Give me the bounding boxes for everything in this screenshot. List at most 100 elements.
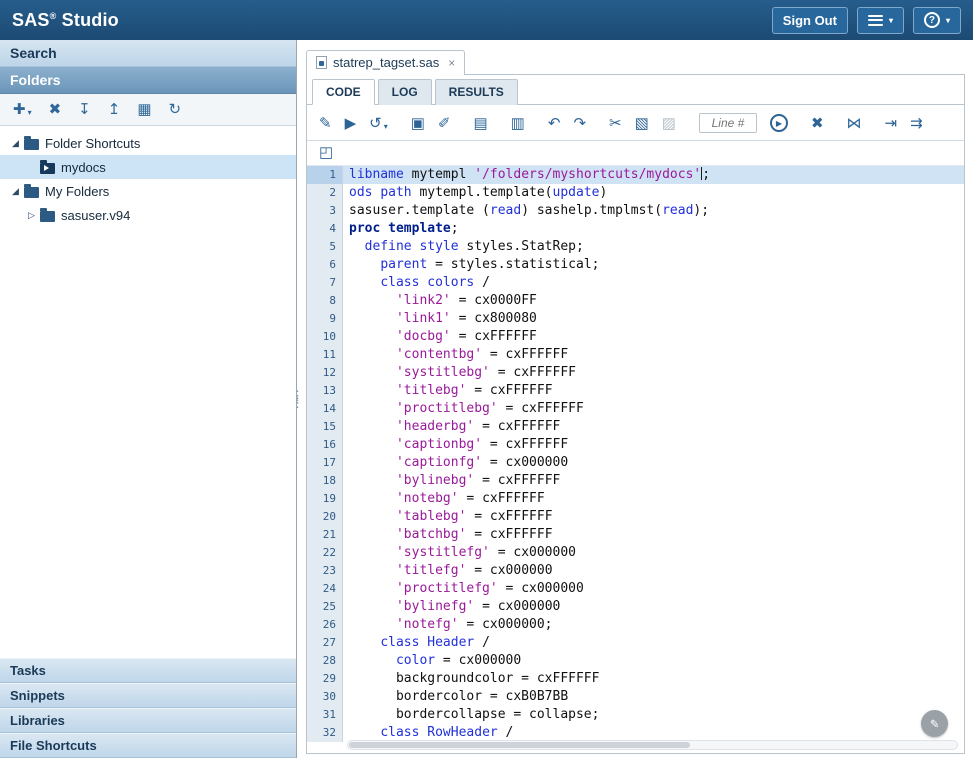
close-tab-icon[interactable]: × — [448, 56, 455, 70]
code-editor[interactable]: 1libname mytempl '/folders/myshortcuts/m… — [307, 166, 964, 753]
code-line[interactable]: 26 'notefg' = cx000000; — [307, 616, 964, 634]
sas-program-icon — [316, 56, 327, 69]
sidebar-section-libraries[interactable]: Libraries — [0, 708, 296, 733]
splitter-handle[interactable]: ⋮⋮ — [291, 392, 297, 406]
submission-history-icon[interactable]: ↺ — [369, 116, 382, 131]
code-text: bordercolor = cxB0B7BB — [343, 688, 964, 706]
editor-toolbar-row2: ◰ — [307, 141, 964, 166]
goto-line-input[interactable] — [699, 113, 757, 133]
code-text: 'bylinebg' = cxFFFFFF — [343, 472, 964, 490]
code-line[interactable]: 27 class Header / — [307, 634, 964, 652]
redo-icon[interactable]: ↷ — [573, 116, 586, 131]
upload-icon[interactable]: ↥ — [108, 102, 121, 117]
tab-results[interactable]: RESULTS — [435, 79, 518, 105]
tab-code[interactable]: CODE — [312, 79, 375, 105]
code-line[interactable]: 4proc template; — [307, 220, 964, 238]
code-line[interactable]: 18 'bylinebg' = cxFFFFFF — [307, 472, 964, 490]
code-line[interactable]: 7 class colors / — [307, 274, 964, 292]
sidebar-section-snippets[interactable]: Snippets — [0, 683, 296, 708]
code-line[interactable]: 2ods path mytempl.template(update) — [307, 184, 964, 202]
sidebar-section-folders[interactable]: Folders — [0, 67, 296, 94]
code-line[interactable]: 30 bordercolor = cxB0B7BB — [307, 688, 964, 706]
save-as-icon[interactable]: ✐ — [438, 116, 451, 131]
code-line[interactable]: 9 'link1' = cx800080 — [307, 310, 964, 328]
line-number: 8 — [307, 292, 343, 310]
code-line[interactable]: 16 'captionbg' = cxFFFFFF — [307, 436, 964, 454]
tree-item-label: sasuser.v94 — [61, 208, 130, 223]
code-line[interactable]: 29 backgroundcolor = cxFFFFFF — [307, 670, 964, 688]
code-line[interactable]: 25 'bylinefg' = cx000000 — [307, 598, 964, 616]
horizontal-scrollbar-thumb[interactable] — [349, 742, 690, 748]
sidebar-section-search[interactable]: Search — [0, 40, 296, 67]
horizontal-scrollbar[interactable] — [347, 740, 958, 750]
folders-toolbar: ✚▾ ✖ ↧ ↥ ▦ ↻ — [0, 94, 296, 126]
code-line[interactable]: 6 parent = styles.statistical; — [307, 256, 964, 274]
clear-code-icon[interactable]: ✖ — [811, 116, 824, 131]
line-number: 10 — [307, 328, 343, 346]
help-button[interactable]: ? ▾ — [913, 7, 961, 34]
line-number: 3 — [307, 202, 343, 220]
expanded-caret-icon[interactable]: ◢ — [8, 138, 23, 149]
code-line[interactable]: 17 'captionfg' = cx000000 — [307, 454, 964, 472]
sidebar-section-file-shortcuts[interactable]: File Shortcuts — [0, 733, 296, 758]
cut-icon[interactable]: ✂ — [609, 116, 622, 131]
code-line[interactable]: 19 'notebg' = cxFFFFFF — [307, 490, 964, 508]
code-line[interactable]: 31 bordercollapse = collapse; — [307, 706, 964, 724]
format-code-icon[interactable]: ⇉ — [910, 116, 923, 131]
code-line[interactable]: 23 'titlefg' = cx000000 — [307, 562, 964, 580]
chevron-down-icon: ▾ — [28, 109, 32, 117]
edit-mode-badge[interactable]: ✎ — [921, 710, 948, 737]
delete-icon[interactable]: ✖ — [49, 102, 62, 117]
tree-item-mydocs[interactable]: mydocs — [0, 155, 296, 179]
code-line[interactable]: 13 'titlebg' = cxFFFFFF — [307, 382, 964, 400]
shift-right-icon[interactable]: ⇥ — [885, 116, 898, 131]
code-line[interactable]: 14 'proctitlebg' = cxFFFFFF — [307, 400, 964, 418]
code-text: 'notebg' = cxFFFFFF — [343, 490, 964, 508]
view-tabs: CODELOGRESULTS — [307, 75, 964, 105]
code-line[interactable]: 22 'systitlefg' = cx000000 — [307, 544, 964, 562]
code-line[interactable]: 20 'tablebg' = cxFFFFFF — [307, 508, 964, 526]
tab-log[interactable]: LOG — [378, 79, 432, 105]
tree-item-my-folders[interactable]: ◢My Folders — [0, 179, 296, 203]
paste-icon[interactable]: ▧ — [635, 116, 649, 131]
code-line[interactable]: 8 'link2' = cx0000FF — [307, 292, 964, 310]
code-line[interactable]: 11 'contentbg' = cxFFFFFF — [307, 346, 964, 364]
new-item-icon[interactable]: ✚▾ — [13, 102, 32, 117]
tree-item-folder-shortcuts[interactable]: ◢Folder Shortcuts — [0, 131, 296, 155]
print-preview-icon[interactable]: ▤ — [473, 116, 487, 131]
code-line[interactable]: 10 'docbg' = cxFFFFFF — [307, 328, 964, 346]
properties-icon[interactable]: ▦ — [137, 102, 151, 117]
code-line[interactable]: 21 'batchbg' = cxFFFFFF — [307, 526, 964, 544]
code-line[interactable]: 28 color = cx000000 — [307, 652, 964, 670]
code-text: libname mytempl '/folders/myshortcuts/my… — [343, 166, 964, 184]
edit-program-icon[interactable]: ✎ — [319, 116, 332, 131]
collapsed-caret-icon[interactable]: ▷ — [24, 210, 39, 221]
app-title: SAS® Studio — [12, 10, 119, 31]
sidebar-section-tasks[interactable]: Tasks — [0, 658, 296, 683]
run-icon[interactable]: ▶ — [345, 116, 357, 131]
code-text: ods path mytempl.template(update) — [343, 184, 964, 202]
sign-out-button[interactable]: Sign Out — [772, 7, 848, 34]
code-line[interactable]: 3sasuser.template (read) sashelp.tmplmst… — [307, 202, 964, 220]
refresh-icon[interactable]: ↻ — [169, 102, 182, 117]
code-line[interactable]: 12 'systitlebg' = cxFFFFFF — [307, 364, 964, 382]
code-line[interactable]: 15 'headerbg' = cxFFFFFF — [307, 418, 964, 436]
document-tab[interactable]: statrep_tagset.sas × — [306, 50, 465, 75]
download-icon[interactable]: ↧ — [78, 102, 91, 117]
folder-shortcut-icon — [40, 163, 55, 174]
find-replace-icon[interactable]: ⋈ — [847, 116, 862, 131]
undo-icon[interactable]: ↶ — [548, 116, 561, 131]
main-area: statrep_tagset.sas × CODELOGRESULTS ✎▶↺▾… — [297, 40, 973, 758]
save-icon[interactable]: ▣ — [411, 116, 425, 131]
code-line[interactable]: 5 define style styles.StatRep; — [307, 238, 964, 256]
line-number: 25 — [307, 598, 343, 616]
code-line[interactable]: 1libname mytempl '/folders/myshortcuts/m… — [307, 166, 964, 184]
print-icon[interactable]: ▥ — [511, 116, 525, 131]
expanded-caret-icon[interactable]: ◢ — [8, 186, 23, 197]
goto-line-button[interactable]: ▶ — [770, 114, 788, 132]
tree-item-sasuser-v94[interactable]: ▷ sasuser.v94 — [0, 203, 296, 227]
application-menu-button[interactable]: ▾ — [857, 7, 904, 34]
maximize-icon[interactable]: ◰ — [319, 144, 333, 161]
code-text: 'docbg' = cxFFFFFF — [343, 328, 964, 346]
code-line[interactable]: 24 'proctitlefg' = cx000000 — [307, 580, 964, 598]
